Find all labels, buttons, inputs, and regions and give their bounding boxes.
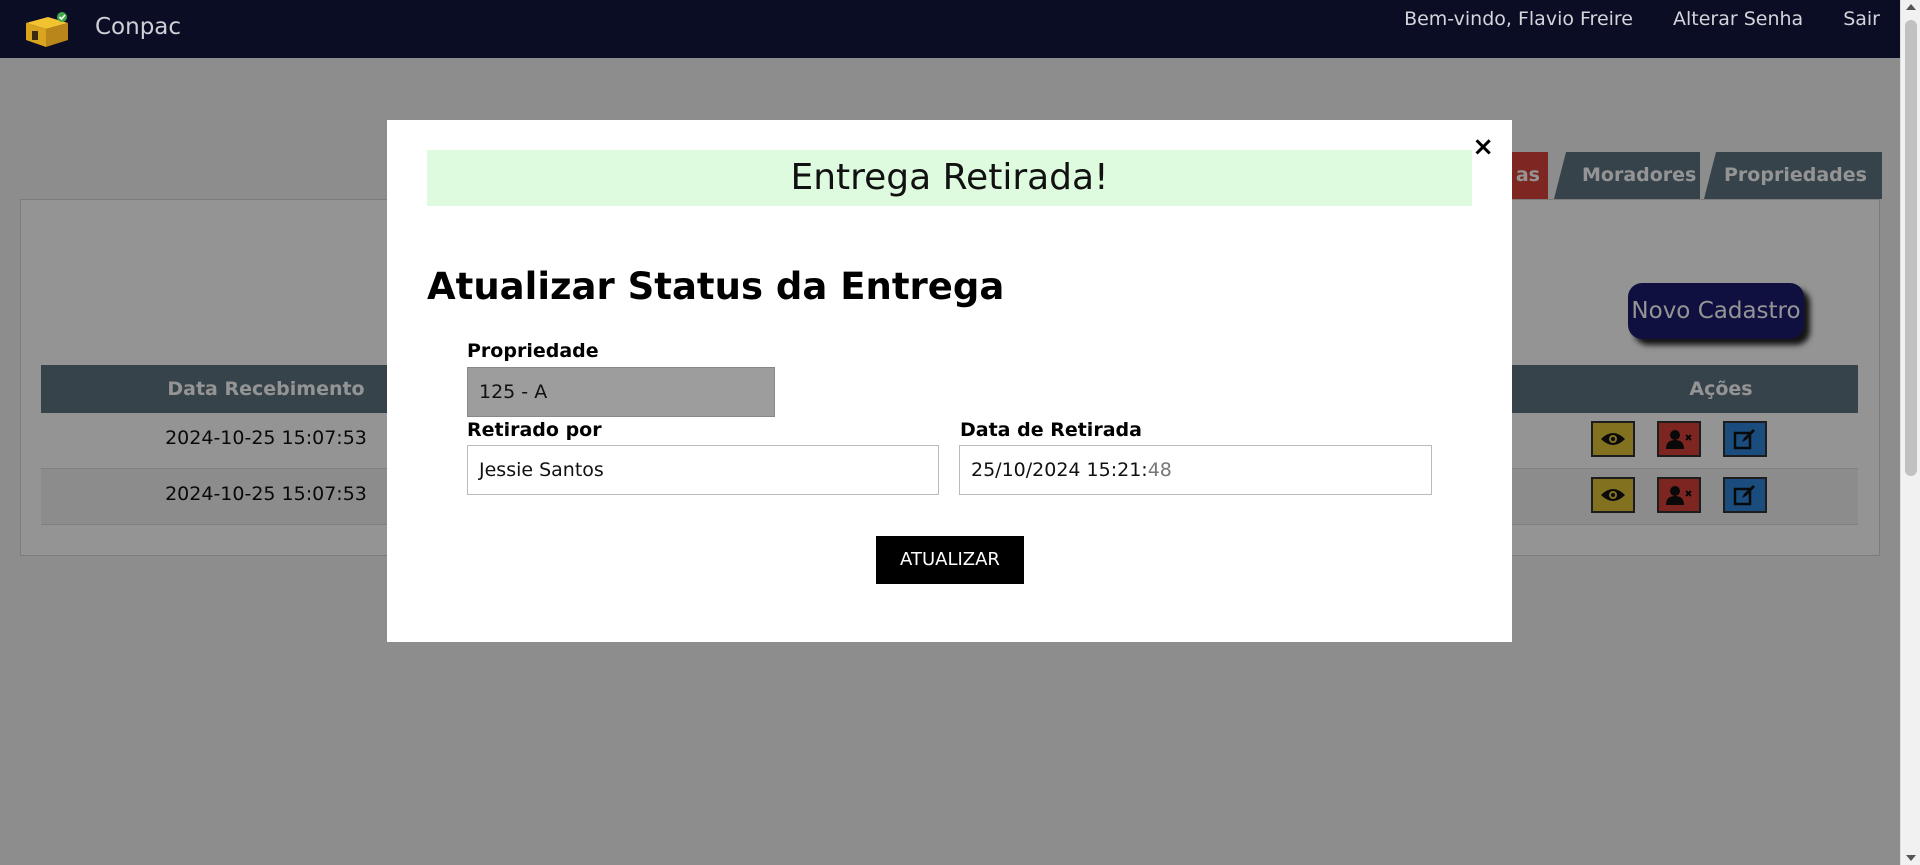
propriedade-field[interactable]: 125 - A	[467, 367, 775, 417]
retirado-por-input[interactable]: Jessie Santos	[467, 445, 939, 495]
welcome-link[interactable]: Bem-vindo, Flavio Freire	[1404, 8, 1633, 30]
date-value: 25/10/2024 15:21:	[971, 459, 1148, 481]
scroll-up-icon[interactable]	[1906, 4, 1916, 10]
page-scrollbar[interactable]	[1900, 0, 1920, 865]
scroll-down-icon[interactable]	[1906, 855, 1916, 861]
top-navbar: Conpac Bem-vindo, Flavio Freire Alterar …	[0, 0, 1900, 58]
package-box-icon[interactable]	[22, 9, 72, 49]
retirado-label: Retirado por	[467, 419, 602, 441]
data-retirada-input[interactable]: 25/10/2024 15:21:48	[959, 445, 1432, 495]
update-status-modal: × Entrega Retirada! Atualizar Status da …	[387, 120, 1512, 642]
nav-links: Bem-vindo, Flavio Freire Alterar Senha S…	[1404, 8, 1880, 30]
close-icon[interactable]: ×	[1472, 132, 1494, 162]
success-alert: Entrega Retirada!	[427, 150, 1472, 206]
logout-link[interactable]: Sair	[1843, 8, 1880, 30]
propriedade-label: Propriedade	[467, 340, 599, 362]
brand-link[interactable]: Conpac	[95, 14, 181, 40]
change-password-link[interactable]: Alterar Senha	[1673, 8, 1803, 30]
data-retirada-label: Data de Retirada	[960, 419, 1142, 441]
update-button[interactable]: ATUALIZAR	[876, 536, 1024, 584]
scroll-thumb[interactable]	[1905, 20, 1917, 476]
date-seconds: 48	[1147, 459, 1172, 481]
modal-title: Atualizar Status da Entrega	[427, 265, 1005, 308]
